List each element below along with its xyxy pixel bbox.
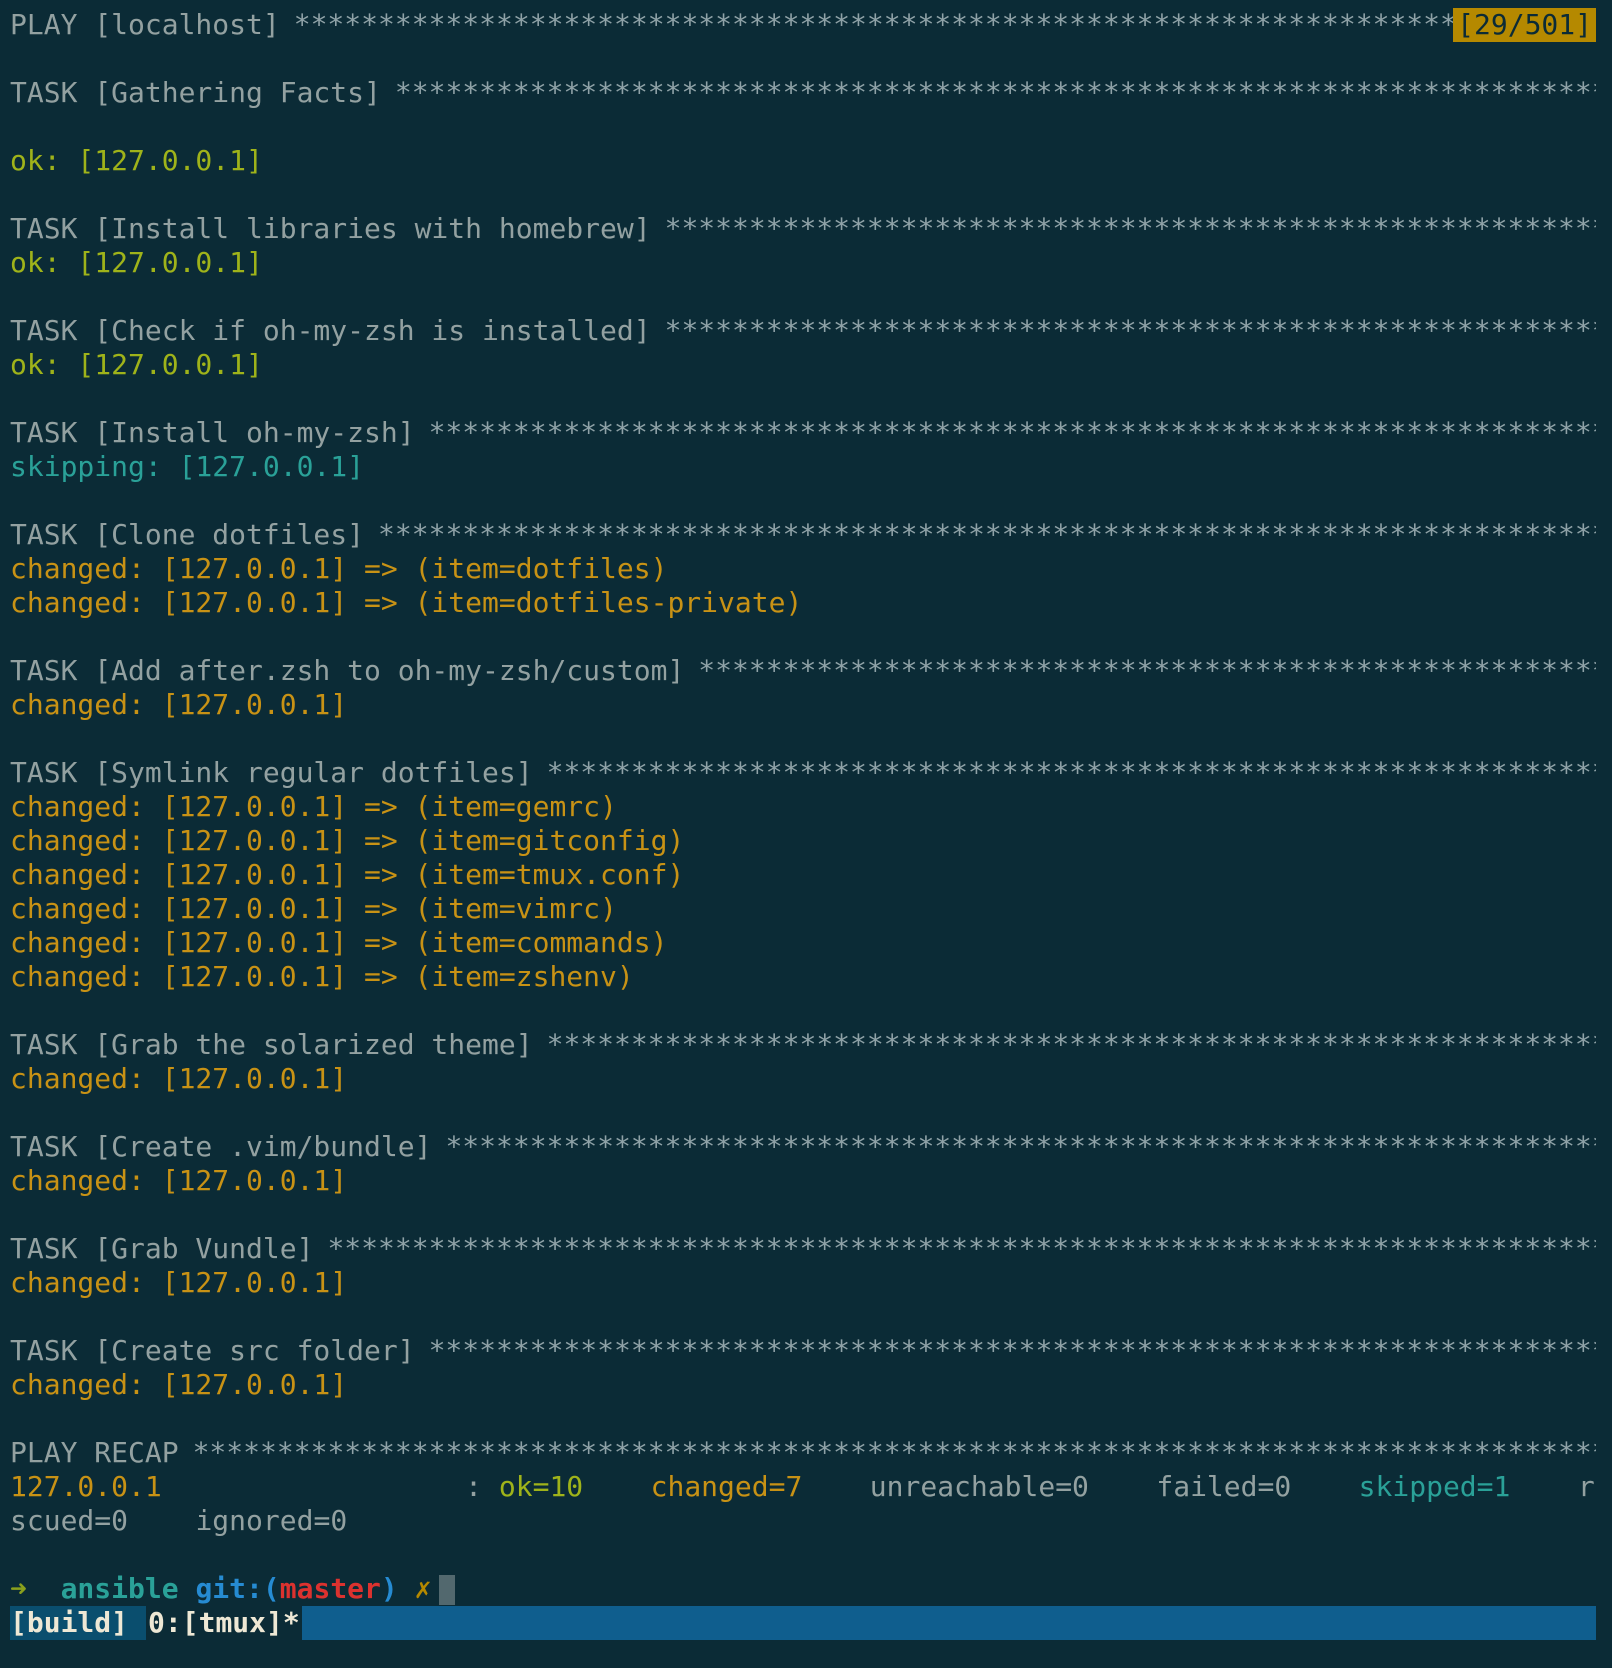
task-result: changed: [127.0.0.1] — [10, 1266, 348, 1299]
task-header: TASK [Grab the solarized theme] — [10, 1028, 1596, 1062]
recap-title: PLAY RECAP — [10, 1436, 179, 1469]
task-result: changed: [127.0.0.1] => (item=dotfiles) — [10, 552, 668, 585]
tmux-status-bar: [build] 0:[tmux]* — [10, 1606, 1596, 1640]
recap-skipped: skipped=1 — [1358, 1470, 1511, 1503]
recap-row: 127.0.0.1 : ok=10 changed=7 unreachable=… — [10, 1470, 1596, 1504]
text-cursor — [439, 1575, 456, 1605]
stars-divider — [429, 416, 1596, 450]
prompt-git-label: git:( — [195, 1572, 280, 1605]
stars-divider — [395, 76, 1596, 110]
play-header: PLAY [localhost] [29/501] — [10, 8, 1596, 42]
recap-row-wrap: scued=0 ignored=0 — [10, 1504, 1596, 1538]
task-header: TASK [Install oh-my-zsh] — [10, 416, 1596, 450]
stars-divider — [665, 314, 1596, 348]
task-result: ok: [127.0.0.1] — [10, 144, 263, 177]
task-result: changed: [127.0.0.1] — [10, 1062, 348, 1095]
stars-divider — [327, 1232, 1596, 1266]
task-title: TASK [Add after.zsh to oh-my-zsh/custom] — [10, 654, 685, 687]
recap-header: PLAY RECAP — [10, 1436, 1596, 1470]
terminal-window[interactable]: PLAY [localhost] [29/501] TASK [Gatherin… — [0, 0, 1612, 1668]
task-title: TASK [Grab Vundle] — [10, 1232, 314, 1265]
prompt-branch: master — [279, 1572, 381, 1605]
recap-unreachable: unreachable=0 — [869, 1470, 1089, 1503]
task-title: TASK [Grab the solarized theme] — [10, 1028, 533, 1061]
stars-divider — [429, 1334, 1596, 1368]
stars-divider — [445, 1130, 1596, 1164]
stars-divider — [547, 756, 1596, 790]
task-result: ok: [127.0.0.1] — [10, 348, 263, 381]
task-header: TASK [Clone dotfiles] — [10, 518, 1596, 552]
recap-ok: ok=10 — [498, 1470, 584, 1503]
recap-colon: : — [465, 1470, 483, 1503]
stars-divider — [294, 8, 1453, 42]
recap-failed: failed=0 — [1156, 1470, 1292, 1503]
task-result: skipping: [127.0.0.1] — [10, 450, 365, 483]
task-result: changed: [127.0.0.1] => (item=vimrc) — [10, 892, 617, 925]
prompt-arrow-icon: ➜ — [10, 1572, 27, 1605]
stars-divider — [547, 1028, 1596, 1062]
dirty-mark-icon: ✗ — [414, 1572, 432, 1605]
recap-changed: changed=7 — [650, 1470, 803, 1503]
task-header: TASK [Add after.zsh to oh-my-zsh/custom] — [10, 654, 1596, 688]
task-result: changed: [127.0.0.1] => (item=commands) — [10, 926, 668, 959]
stars-divider — [378, 518, 1596, 552]
task-header: TASK [Check if oh-my-zsh is installed] — [10, 314, 1596, 348]
task-header: TASK [Gathering Facts] — [10, 76, 1596, 110]
task-title: TASK [Create .vim/bundle] — [10, 1130, 432, 1163]
task-title: TASK [Install oh-my-zsh] — [10, 416, 415, 449]
recap-rescued-part2: scued=0 — [10, 1504, 129, 1537]
prompt-git-close: ) — [380, 1572, 398, 1605]
task-result: changed: [127.0.0.1] => (item=gitconfig) — [10, 824, 685, 857]
task-result: changed: [127.0.0.1] => (item=gemrc) — [10, 790, 617, 823]
recap-rescued-part1: re — [1577, 1470, 1596, 1503]
task-result: ok: [127.0.0.1] — [10, 246, 263, 279]
task-title: TASK [Symlink regular dotfiles] — [10, 756, 533, 789]
stars-divider — [698, 654, 1596, 688]
play-title: PLAY [localhost] — [10, 8, 280, 41]
task-header: TASK [Symlink regular dotfiles] — [10, 756, 1596, 790]
task-title: TASK [Install libraries with homebrew] — [10, 212, 651, 245]
task-result: changed: [127.0.0.1] — [10, 1164, 348, 1197]
prompt-directory: ansible — [60, 1572, 179, 1605]
task-result: changed: [127.0.0.1] => (item=tmux.conf) — [10, 858, 685, 891]
task-title: TASK [Clone dotfiles] — [10, 518, 365, 551]
task-title: TASK [Gathering Facts] — [10, 76, 381, 109]
recap-ignored: ignored=0 — [195, 1504, 348, 1537]
stars-divider — [665, 212, 1596, 246]
task-result: changed: [127.0.0.1] => (item=dotfiles-p… — [10, 586, 803, 619]
task-title: TASK [Check if oh-my-zsh is installed] — [10, 314, 651, 347]
stars-divider — [193, 1436, 1596, 1470]
task-counter-badge: [29/501] — [1453, 8, 1596, 42]
task-result: changed: [127.0.0.1] — [10, 688, 348, 721]
recap-host: 127.0.0.1 — [10, 1470, 162, 1503]
tmux-session-name: [build] — [10, 1606, 147, 1640]
task-header: TASK [Install libraries with homebrew] — [10, 212, 1596, 246]
task-header: TASK [Create src folder] — [10, 1334, 1596, 1368]
shell-prompt[interactable]: ➜ ansible git:(master) ✗ — [10, 1572, 1596, 1606]
task-result: changed: [127.0.0.1] => (item=zshenv) — [10, 960, 634, 993]
task-result: changed: [127.0.0.1] — [10, 1368, 348, 1401]
task-header: TASK [Grab Vundle] — [10, 1232, 1596, 1266]
tmux-window-tab[interactable]: 0:[tmux]* — [146, 1606, 302, 1640]
task-header: TASK [Create .vim/bundle] — [10, 1130, 1596, 1164]
task-title: TASK [Create src folder] — [10, 1334, 415, 1367]
